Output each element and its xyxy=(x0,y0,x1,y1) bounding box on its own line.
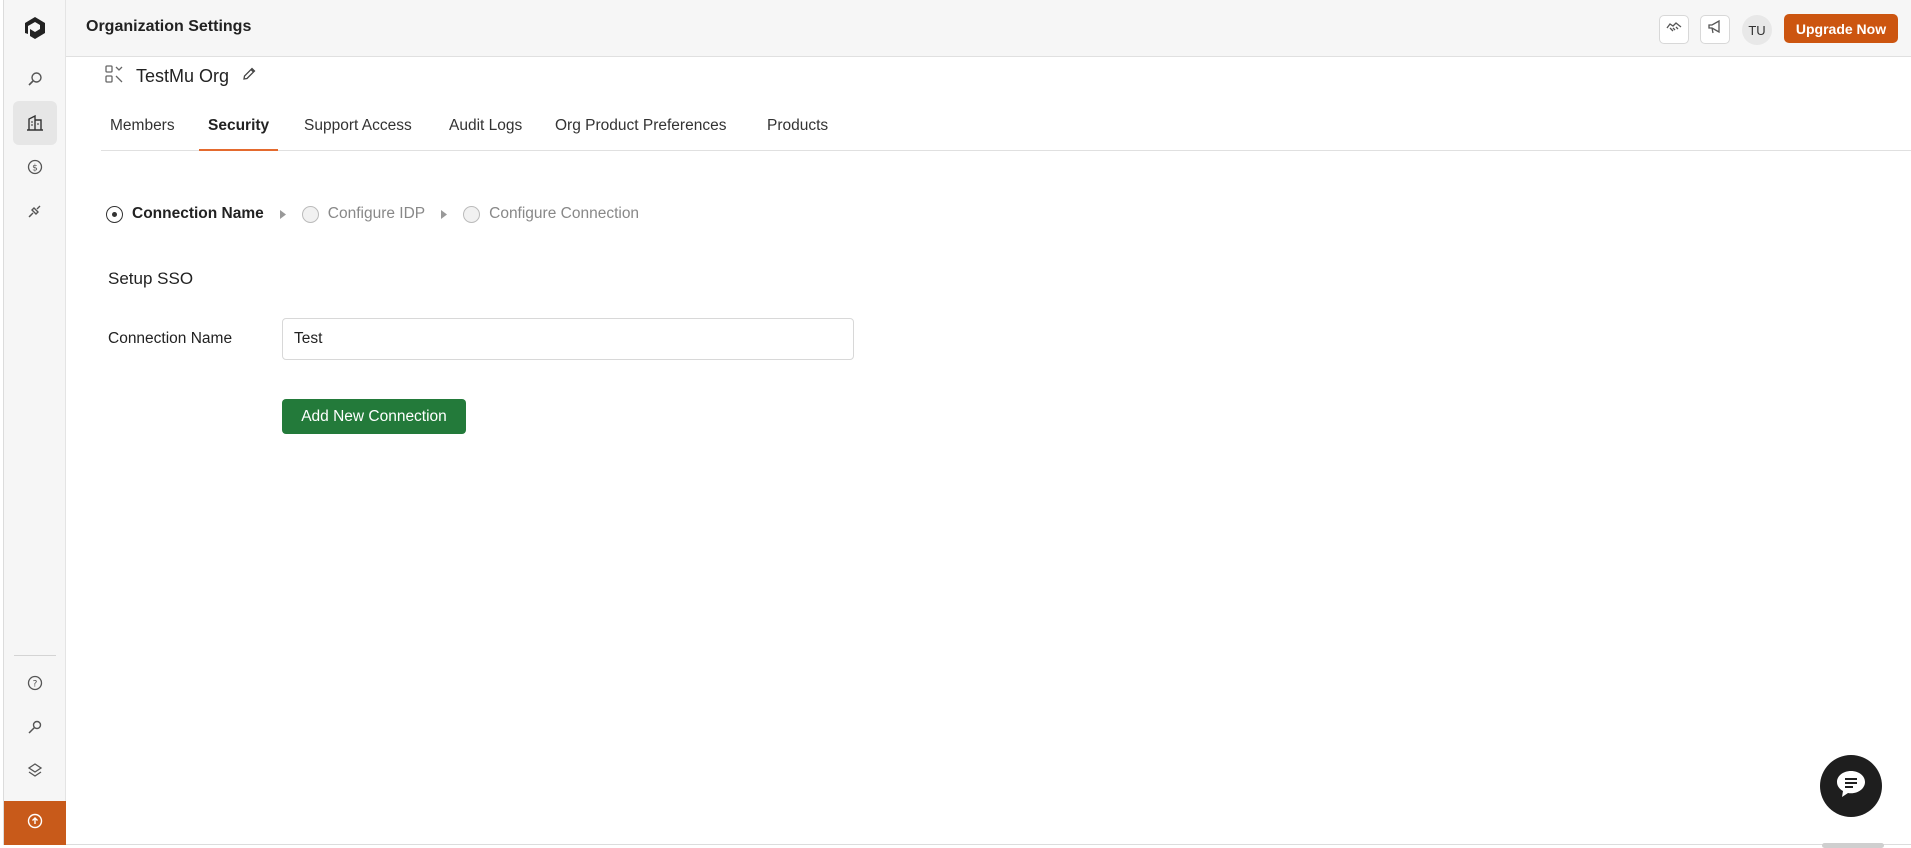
svg-text:$: $ xyxy=(32,164,38,174)
tab-org-product-preferences[interactable]: Org Product Preferences xyxy=(546,110,735,151)
step-configure-idp[interactable]: Configure IDP xyxy=(301,205,425,223)
search-icon[interactable] xyxy=(13,57,57,101)
logo-icon[interactable] xyxy=(13,6,57,50)
megaphone-icon xyxy=(1707,19,1723,40)
connection-name-input[interactable] xyxy=(282,318,854,360)
step-pending-indicator xyxy=(463,205,481,223)
key-icon[interactable] xyxy=(13,705,57,749)
step-configure-connection[interactable]: Configure Connection xyxy=(463,205,639,223)
tab-members[interactable]: Members xyxy=(101,110,184,151)
add-new-connection-button[interactable]: Add New Connection xyxy=(282,399,466,434)
upload-circle-icon xyxy=(26,812,44,835)
layers-icon[interactable] xyxy=(13,749,57,793)
org-header: TestMu Org xyxy=(104,64,257,88)
org-name: TestMu Org xyxy=(136,65,230,86)
chat-widget-button[interactable] xyxy=(1820,755,1882,817)
step-connection-name[interactable]: Connection Name xyxy=(106,205,264,223)
sidebar-divider xyxy=(14,655,56,656)
tab-products[interactable]: Products xyxy=(758,110,837,151)
page-title: Organization Settings xyxy=(86,18,252,35)
sidebar: $ ? xyxy=(4,0,66,845)
tab-security[interactable]: Security xyxy=(199,110,279,151)
help-icon[interactable]: ? xyxy=(13,661,57,705)
svg-text:?: ? xyxy=(33,680,38,690)
edit-org-name-button[interactable] xyxy=(241,66,257,87)
plug-icon[interactable] xyxy=(13,189,57,233)
tab-audit-logs[interactable]: Audit Logs xyxy=(440,110,531,151)
upgrade-now-button[interactable]: Upgrade Now xyxy=(1784,14,1898,43)
avatar[interactable]: TU xyxy=(1742,15,1772,45)
app-frame: $ ? Organization Settings TU Upgrade Now… xyxy=(3,0,1911,848)
step-active-indicator xyxy=(106,205,123,223)
sidebar-bottom-action[interactable] xyxy=(4,801,66,845)
tab-support-access[interactable]: Support Access xyxy=(295,110,421,151)
org-icon xyxy=(104,64,124,89)
pencil-icon xyxy=(241,66,257,87)
handshake-icon xyxy=(1665,19,1683,40)
settings-tabs: Members Security Support Access Audit Lo… xyxy=(101,110,1911,151)
top-bar: Organization Settings TU Upgrade Now xyxy=(66,0,1911,57)
sso-stepper: Connection Name Configure IDP Configure … xyxy=(106,204,639,224)
dollar-icon[interactable]: $ xyxy=(13,145,57,189)
section-title: Setup SSO xyxy=(108,269,194,288)
building-icon[interactable] xyxy=(13,101,57,145)
caret-right-icon xyxy=(441,209,448,219)
announcements-button[interactable] xyxy=(1700,15,1730,44)
caret-right-icon xyxy=(279,209,286,219)
step-pending-indicator xyxy=(301,205,319,223)
connection-name-label: Connection Name xyxy=(108,330,233,347)
chat-bubble-icon xyxy=(1835,769,1867,804)
handshake-button[interactable] xyxy=(1659,15,1689,44)
scrollbar-handle[interactable] xyxy=(1822,843,1884,848)
